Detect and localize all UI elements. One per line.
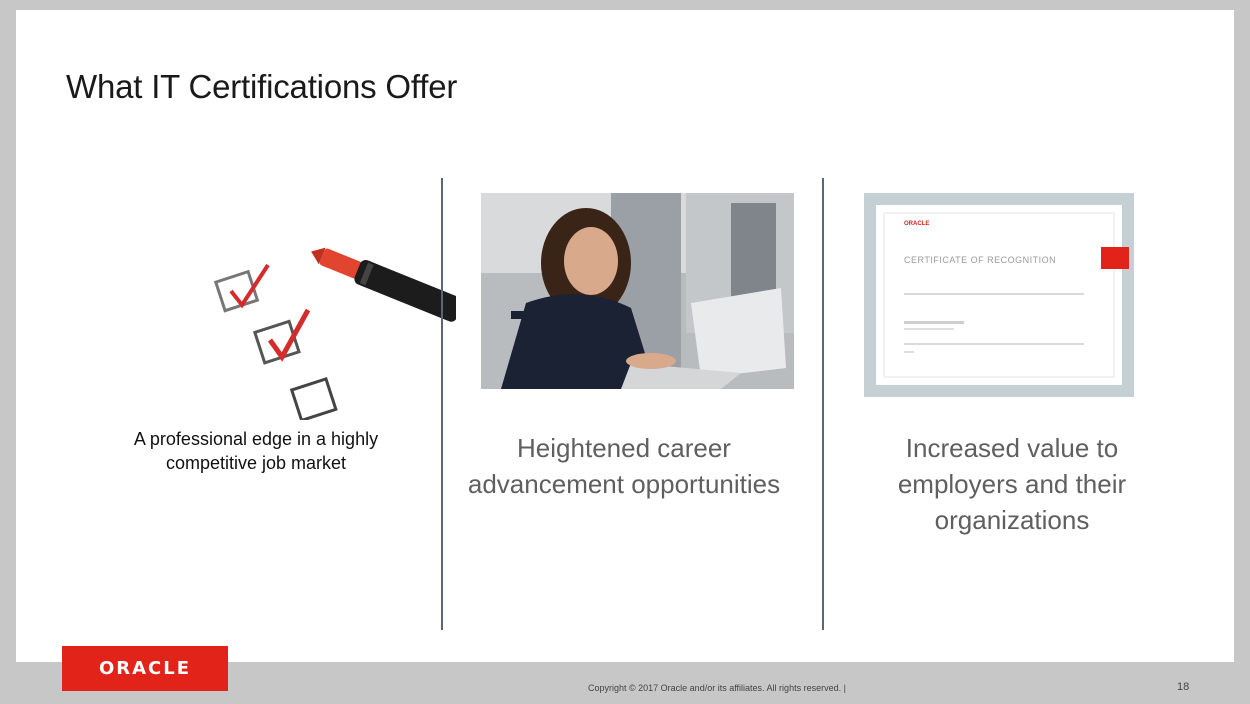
certificate-image: ORACLE CERTIFICATE OF RECOGNITION bbox=[864, 193, 1134, 397]
certificate-heading: CERTIFICATE OF RECOGNITION bbox=[904, 255, 1057, 265]
column-divider bbox=[822, 178, 824, 630]
slide: What IT Certifications Offer ORACLE CERT… bbox=[16, 10, 1234, 662]
slide-title: What IT Certifications Offer bbox=[66, 68, 458, 105]
woman-laptop-photo bbox=[481, 193, 794, 389]
column-1-caption: A professional edge in a highly competit… bbox=[133, 429, 379, 473]
checklist-marker-icon bbox=[186, 225, 456, 420]
column-3-caption: Increased value to employers and their o… bbox=[897, 433, 1127, 535]
certificate-brand: ORACLE bbox=[904, 221, 930, 227]
column-2-caption: Heightened career advancement opportunit… bbox=[467, 433, 781, 499]
oracle-logo: ORACLE bbox=[62, 646, 228, 691]
copyright-notice: Copyright © 2017 Oracle and/or its affil… bbox=[588, 683, 846, 693]
column-divider bbox=[441, 178, 443, 630]
page-number: 18 bbox=[1177, 681, 1190, 693]
